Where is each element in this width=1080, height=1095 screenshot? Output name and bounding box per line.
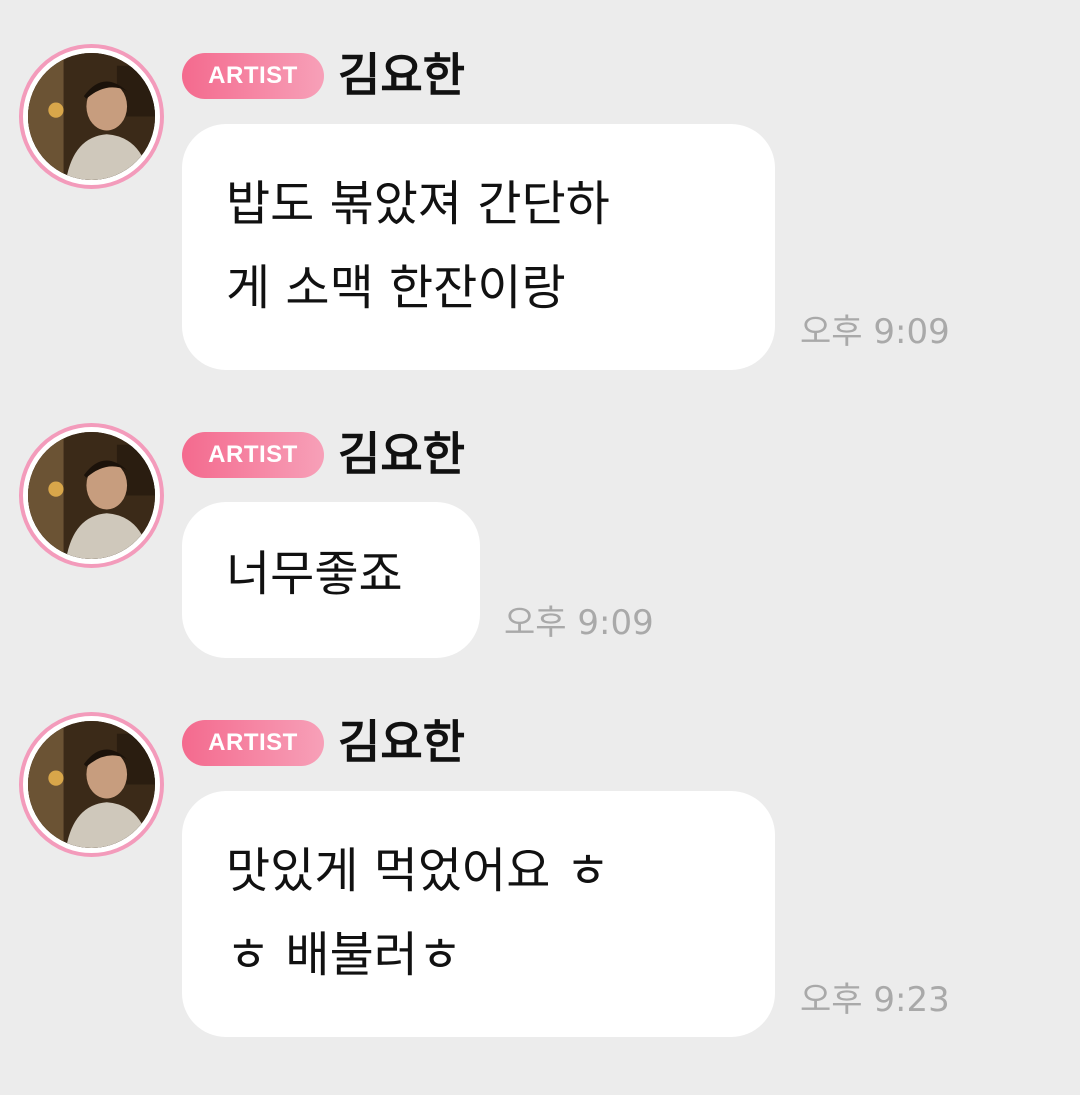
profile-photo-icon	[28, 432, 155, 559]
sender-name: 김요한	[338, 48, 465, 102]
avatar[interactable]	[19, 712, 164, 857]
message-bubble[interactable]: 맛있게 먹었어요 ㅎ ㅎ 배불러ㅎ	[182, 791, 775, 1037]
message-bubble[interactable]: 밥도 볶았져 간단하 게 소맥 한잔이랑	[182, 124, 775, 370]
artist-badge: ARTIST	[182, 432, 324, 478]
chat-message: ARTIST 김요한 밥도 볶았져 간단하 게 소맥 한잔이랑 오후 9:09	[0, 44, 1080, 374]
sender-name: 김요한	[338, 427, 465, 481]
profile-photo-icon	[28, 53, 155, 180]
profile-photo-icon	[28, 721, 155, 848]
avatar[interactable]	[19, 44, 164, 189]
avatar[interactable]	[19, 423, 164, 568]
message-timestamp: 오후 9:23	[800, 980, 950, 1020]
artist-badge: ARTIST	[182, 53, 324, 99]
chat-message: ARTIST 김요한 맛있게 먹었어요 ㅎ ㅎ 배불러ㅎ 오후 9:23	[0, 712, 1080, 1042]
message-timestamp: 오후 9:09	[800, 312, 950, 352]
sender-name: 김요한	[338, 715, 465, 769]
message-timestamp: 오후 9:09	[504, 603, 654, 643]
artist-badge: ARTIST	[182, 720, 324, 766]
chat-message: ARTIST 김요한 너무좋죠 오후 9:09	[0, 423, 1080, 663]
chat-message-list[interactable]: ARTIST 김요한 밥도 볶았져 간단하 게 소맥 한잔이랑 오후 9:09 …	[0, 0, 1080, 1095]
message-bubble[interactable]: 너무좋죠	[182, 502, 480, 658]
